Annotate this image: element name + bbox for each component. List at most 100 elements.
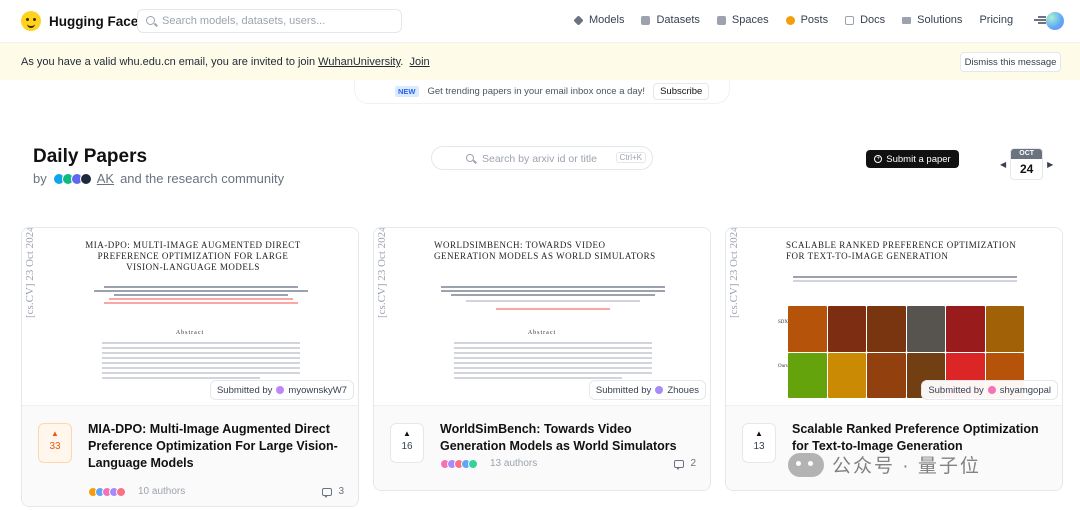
nav-item-posts[interactable]: Posts (785, 14, 828, 26)
upvote-button[interactable]: ▲ 33 (38, 423, 72, 463)
thumbnail-abstract-heading: Abstract (527, 330, 557, 336)
wechat-logo-icon (788, 452, 824, 477)
search-icon (466, 154, 474, 162)
hugging-face-logo-icon (21, 11, 41, 31)
invite-banner: As you have a valid whu.edu.cn email, yo… (0, 43, 1080, 80)
comment-icon (674, 459, 685, 470)
nav-item-docs[interactable]: Docs (845, 14, 885, 26)
nav-menu: Models Datasets Spaces Posts Docs Soluti… (573, 14, 1047, 26)
comments-link[interactable]: 3 (322, 486, 344, 498)
submitted-by-badge[interactable]: Submitted by myownskyW7 (209, 380, 354, 400)
submitter-name: Zhoues (667, 384, 699, 396)
comment-icon (322, 487, 333, 498)
submit-paper-button[interactable]: + Submit a paper (866, 150, 959, 168)
submitted-by-badge[interactable]: Submitted by Zhoues (588, 380, 706, 400)
nav-item-label: Pricing (979, 14, 1014, 26)
submitted-by-badge[interactable]: Submitted by shyamgopal (921, 380, 1058, 400)
nav-item-datasets[interactable]: Datasets (641, 14, 700, 26)
thumbnail-title: MIA-DPO: Multi-Image Augmented Direct Pr… (85, 240, 301, 272)
paper-thumbnail[interactable]: [cs.CV] 23 Oct 2024 Scalable Ranked Pref… (726, 228, 1062, 406)
date-calendar[interactable]: OCT 24 (1010, 148, 1044, 180)
org-link[interactable]: WuhanUniversity (318, 56, 400, 68)
byline: by AK and the research community (33, 171, 284, 186)
author-count: 13 authors (490, 458, 538, 469)
upvote-arrow-icon: ▲ (51, 429, 59, 438)
paper-card[interactable]: [cs.CV] 23 Oct 2024 MIA-DPO: Multi-Image… (21, 227, 359, 507)
nav-item-pricing[interactable]: Pricing (979, 14, 1013, 26)
nav-item-spaces[interactable]: Spaces (716, 14, 769, 26)
user-avatar[interactable] (1046, 12, 1064, 30)
docs-icon (845, 15, 855, 25)
upvote-arrow-icon: ▲ (755, 429, 763, 438)
thumbnail-text-lines (102, 342, 300, 382)
watermark-text: 公众号 · 量子位 (832, 456, 981, 477)
byline-community: and the research community (120, 171, 285, 186)
page-title: Daily Papers (33, 146, 148, 167)
brand-link[interactable]: Hugging Face (21, 11, 138, 31)
posts-icon (785, 15, 795, 25)
author-avatars (88, 486, 126, 497)
paper-search-placeholder: Search by arxiv id or title (482, 153, 597, 165)
nav-item-label: Docs (860, 14, 886, 26)
upvote-button[interactable]: ▲ 16 (390, 423, 424, 463)
plus-icon: + (874, 155, 883, 163)
join-link[interactable]: Join (409, 56, 429, 68)
submitter-avatar (276, 386, 285, 394)
nav-item-label: Spaces (731, 14, 769, 26)
submit-paper-label: Submit a paper (886, 153, 951, 165)
byline-by: by (33, 171, 47, 186)
nav-item-label: Models (589, 14, 625, 26)
search-placeholder: Search models, datasets, users... (162, 15, 326, 27)
solutions-icon (902, 16, 912, 24)
prev-day-icon[interactable]: ◀ (1000, 160, 1006, 169)
nav-item-label: Datasets (656, 14, 700, 26)
thumbnail-text-lines (454, 342, 652, 382)
paper-title-link[interactable]: WorldSimBench: Towards Video Generation … (440, 421, 696, 455)
spaces-icon (716, 15, 726, 25)
subscribe-button[interactable]: Subscribe (653, 83, 710, 100)
submitter-name: shyamgopal (999, 384, 1051, 396)
author-avatars (440, 458, 478, 469)
comments-link[interactable]: 2 (674, 458, 696, 470)
paper-search-input[interactable]: Search by arxiv id or title Ctrl+K (431, 146, 653, 170)
nav-item-models[interactable]: Models (573, 14, 625, 26)
search-icon (146, 16, 155, 25)
global-search-input[interactable]: Search models, datasets, users... (137, 9, 402, 33)
brand-name: Hugging Face (49, 13, 139, 29)
banner-message: As you have a valid whu.edu.cn email, yo… (21, 56, 430, 68)
paper-thumbnail[interactable]: [cs.CV] 23 Oct 2024 WorldSimBench: Towar… (374, 228, 710, 406)
arxiv-stamp: [cs.CV] 23 Oct 2024 (728, 228, 740, 318)
thumbnail-authors (436, 284, 670, 316)
more-menu-icon[interactable] (1034, 16, 1047, 24)
dismiss-button[interactable]: Dismiss this message (960, 52, 1061, 72)
new-badge: NEW (395, 86, 419, 97)
upvote-count: 13 (753, 441, 765, 452)
paper-authors[interactable]: 13 authors (440, 458, 537, 469)
submitted-by-label: Submitted by (595, 384, 652, 396)
paper-title-link[interactable]: MIA-DPO: Multi-Image Augmented Direct Pr… (88, 421, 344, 472)
nav-item-solutions[interactable]: Solutions (902, 14, 962, 26)
nav-item-label: Solutions (917, 14, 963, 26)
comment-count: 2 (690, 458, 696, 469)
upvote-button[interactable]: ▲ 13 (742, 423, 776, 463)
banner-period: . (400, 56, 404, 68)
row-label-ours: Ours (778, 364, 788, 369)
watermark-overlay: 公众号 · 量子位 (788, 451, 981, 478)
arxiv-stamp: [cs.CV] 23 Oct 2024 (24, 228, 36, 318)
paper-card-body: ▲ 33 MIA-DPO: Multi-Image Augmented Dire… (22, 406, 358, 506)
date-day: 24 (1019, 162, 1034, 176)
date-navigator: ◀ OCT 24 ▶ (1000, 148, 1053, 180)
thumbnail-authors (84, 284, 318, 306)
arxiv-stamp: [cs.CV] 23 Oct 2024 (376, 228, 388, 318)
paper-authors[interactable]: 10 authors (88, 486, 185, 497)
ak-link[interactable]: AK (97, 171, 114, 186)
next-day-icon[interactable]: ▶ (1047, 160, 1053, 169)
paper-title-link[interactable]: Scalable Ranked Preference Optimization … (792, 421, 1048, 455)
upvote-arrow-icon: ▲ (403, 429, 411, 438)
thumbnail-title: Scalable Ranked Preference Optimization … (786, 240, 1017, 261)
datasets-icon (641, 15, 651, 25)
newsletter-bar: NEW Get trending papers in your email in… (354, 80, 730, 104)
upvote-count: 33 (49, 441, 61, 452)
paper-card[interactable]: [cs.CV] 23 Oct 2024 WorldSimBench: Towar… (373, 227, 711, 491)
paper-thumbnail[interactable]: [cs.CV] 23 Oct 2024 MIA-DPO: Multi-Image… (22, 228, 358, 406)
